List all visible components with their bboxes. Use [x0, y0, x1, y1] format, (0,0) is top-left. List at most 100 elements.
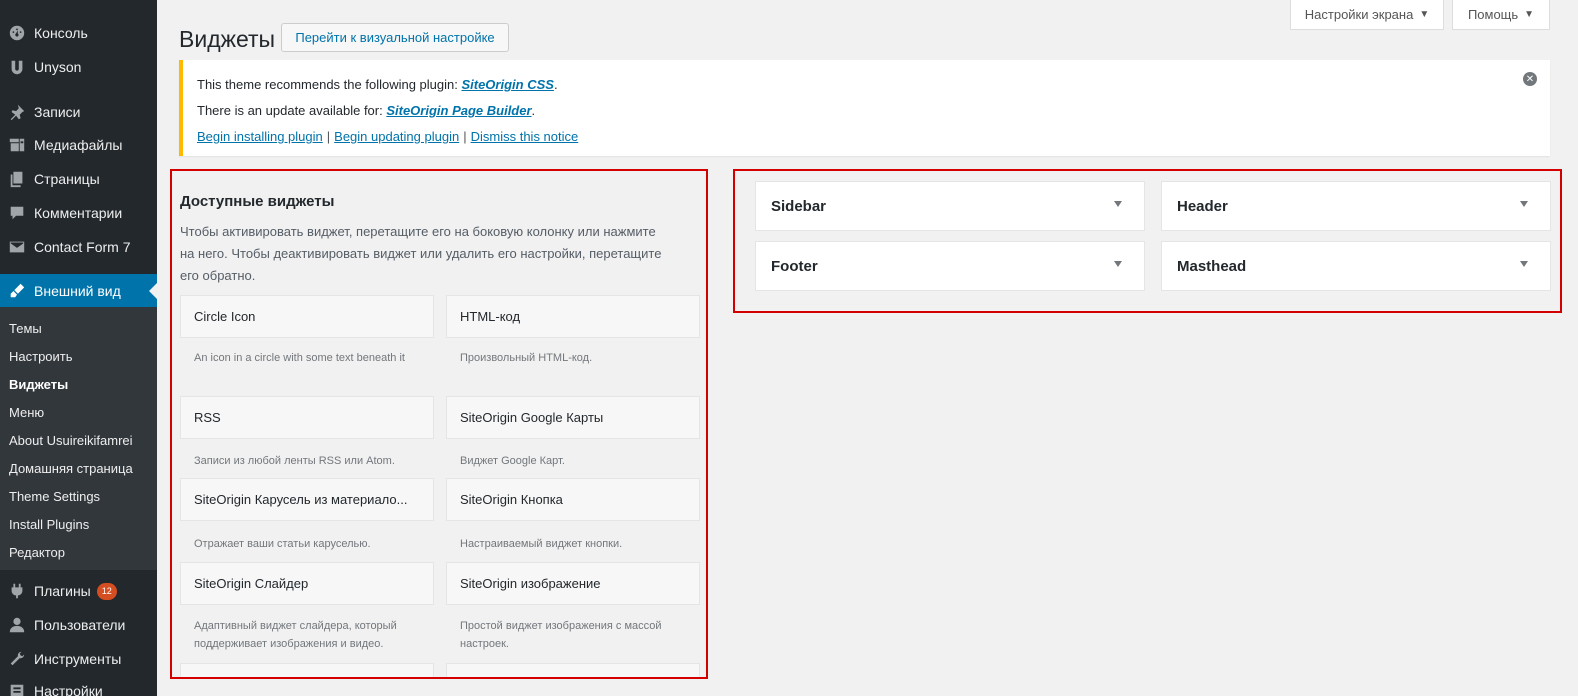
media-icon: [7, 135, 27, 155]
begin-updating-link[interactable]: Begin updating plugin: [334, 129, 459, 144]
separator: |: [463, 129, 467, 144]
widget-slider[interactable]: SiteOrigin Слайдер: [180, 562, 434, 605]
help-button[interactable]: Помощь ▼: [1452, 0, 1550, 30]
menu-item-contact-form[interactable]: Contact Form 7: [0, 230, 157, 264]
menu-item-plugins[interactable]: Плагины 12: [0, 574, 157, 608]
widget-area-header[interactable]: Header: [1161, 181, 1551, 231]
notice-period: .: [553, 77, 558, 92]
widget-editor[interactable]: SiteOrigin редактор: [180, 663, 434, 677]
brush-icon: [7, 281, 27, 301]
help-label: Помощь: [1467, 7, 1519, 22]
menu-item-label: Консоль: [34, 25, 88, 41]
dashboard-icon: [7, 23, 27, 43]
submenu-item-editor[interactable]: Редактор: [9, 539, 65, 567]
users-icon: [7, 615, 27, 635]
widget-description: An icon in a circle with some text benea…: [194, 352, 405, 364]
caret-down-icon: ▼: [1524, 9, 1535, 20]
menu-item-label: Инструменты: [34, 651, 122, 667]
available-widgets-description: Чтобы активировать виджет, перетащите ег…: [180, 224, 662, 283]
widget-html-code[interactable]: HTML-код: [446, 295, 700, 338]
admin-notice: This theme recommends the following plug…: [179, 60, 1550, 156]
widget-rss[interactable]: RSS: [180, 396, 434, 439]
tools-icon: [7, 649, 27, 669]
update-count-badge: 12: [96, 582, 117, 600]
widget-google-maps[interactable]: SiteOrigin Google Карты: [446, 396, 700, 439]
notice-text: This theme recommends the following plug…: [197, 77, 462, 92]
widget-area-title: Sidebar: [771, 197, 827, 215]
menu-item-console[interactable]: Консоль: [0, 16, 157, 50]
submenu-item-install-plugins[interactable]: Install Plugins: [9, 511, 89, 539]
appearance-submenu: Темы Настроить Виджеты Меню About Usuire…: [0, 307, 157, 570]
menu-item-media[interactable]: Медиафайлы: [0, 128, 157, 162]
admin-sidebar: Консоль Unyson Записи Медиафайлы Страниц…: [0, 0, 157, 696]
widget-area-title: Footer: [771, 257, 818, 275]
notice-text: There is an update available for:: [197, 103, 387, 118]
menu-item-tools[interactable]: Инструменты: [0, 642, 157, 676]
submenu-item-menus[interactable]: Меню: [9, 399, 44, 427]
begin-installing-link[interactable]: Begin installing plugin: [197, 129, 323, 144]
menu-item-users[interactable]: Пользователи: [0, 608, 157, 642]
plugins-icon: [7, 581, 27, 601]
widget-area-footer[interactable]: Footer: [755, 241, 1145, 291]
menu-item-unyson[interactable]: Unyson: [0, 50, 157, 84]
widget-vantage-headline[interactable]: Vantage Headline: [446, 663, 700, 677]
widget-area-sidebar[interactable]: Sidebar: [755, 181, 1145, 231]
widget-button[interactable]: SiteOrigin Кнопка: [446, 478, 700, 521]
notice-actions: Begin installing plugin | Begin updating p…: [197, 129, 578, 144]
active-indicator: [149, 283, 157, 299]
caret-down-icon: ▼: [1419, 9, 1430, 20]
widget-description: Отражает ваши статьи каруселью.: [194, 538, 371, 550]
widget-description: Настраиваемый виджет кнопки.: [460, 538, 623, 550]
notice-update-line: There is an update available for: SiteOr…: [197, 103, 535, 118]
menu-item-label: Медиафайлы: [34, 137, 123, 153]
widget-post-carousel[interactable]: SiteOrigin Карусель из материало...: [180, 478, 434, 521]
menu-item-label: Плагины: [34, 583, 91, 599]
page-title: Виджеты: [179, 26, 276, 52]
toggle-arrow-icon[interactable]: [1114, 201, 1122, 207]
mail-icon: [7, 237, 27, 257]
menu-item-label: Внешний вид: [34, 283, 121, 299]
submenu-item-customize[interactable]: Настроить: [9, 343, 73, 371]
customize-button[interactable]: Перейти к визуальной настройке: [281, 23, 509, 52]
notice-recommend-line: This theme recommends the following plug…: [197, 77, 558, 92]
menu-item-label: Настройки: [34, 683, 103, 696]
menu-item-label: Записи: [34, 104, 81, 120]
menu-item-label: Unyson: [34, 59, 82, 75]
toggle-arrow-icon[interactable]: [1520, 201, 1528, 207]
widget-image[interactable]: SiteOrigin изображение: [446, 562, 700, 605]
widget-circle-icon[interactable]: Circle Icon: [180, 295, 434, 338]
widget-description: Произвольный HTML-код.: [460, 352, 593, 364]
toggle-arrow-icon[interactable]: [1520, 261, 1528, 267]
menu-item-comments[interactable]: Комментарии: [0, 196, 157, 230]
menu-item-label: Страницы: [34, 171, 100, 187]
submenu-item-widgets[interactable]: Виджеты: [9, 371, 68, 399]
menu-item-label: Contact Form 7: [34, 239, 131, 255]
widget-description: Простой виджет изображения с массой наст…: [460, 620, 662, 650]
menu-item-settings[interactable]: Настройки: [0, 674, 157, 696]
unyson-icon: [7, 57, 27, 77]
screen-options-label: Настройки экрана: [1304, 7, 1414, 22]
submenu-item-homepage[interactable]: Домашняя страница: [9, 455, 133, 483]
siteorigin-css-link[interactable]: SiteOrigin CSS: [461, 77, 553, 92]
dismiss-notice-link[interactable]: Dismiss this notice: [471, 129, 579, 144]
widget-area-masthead[interactable]: Masthead: [1161, 241, 1551, 291]
screen-options-button[interactable]: Настройки экрана ▼: [1290, 0, 1444, 30]
comments-icon: [7, 203, 27, 223]
menu-item-posts[interactable]: Записи: [0, 95, 157, 129]
available-widgets-panel: Доступные виджеты Чтобы активировать вид…: [170, 169, 708, 679]
widget-area-title: Masthead: [1177, 257, 1247, 275]
widget-area-title: Header: [1177, 197, 1228, 215]
close-icon[interactable]: ✕: [1523, 72, 1537, 86]
pin-icon: [7, 102, 27, 122]
menu-item-appearance[interactable]: Внешний вид: [0, 274, 157, 308]
submenu-item-about[interactable]: About Usuireikifamrei: [9, 427, 133, 455]
page-builder-link[interactable]: SiteOrigin Page Builder: [386, 103, 531, 118]
submenu-item-themes[interactable]: Темы: [9, 315, 42, 343]
submenu-item-theme-settings[interactable]: Theme Settings: [9, 483, 100, 511]
toggle-arrow-icon[interactable]: [1114, 261, 1122, 267]
separator: |: [326, 129, 331, 144]
notice-period: .: [531, 103, 536, 118]
available-widgets-title: Доступные виджеты: [180, 193, 335, 210]
widget-description: Адаптивный виджет слайдера, который подд…: [194, 620, 397, 650]
menu-item-pages[interactable]: Страницы: [0, 162, 157, 196]
